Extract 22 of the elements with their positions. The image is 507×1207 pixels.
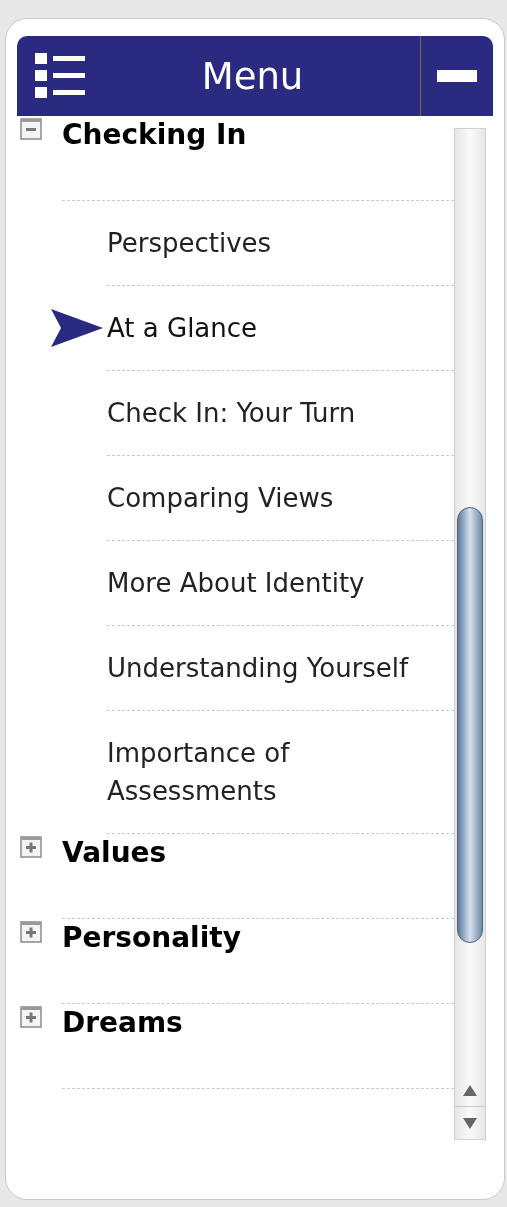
list-icon bbox=[35, 53, 85, 99]
minus-icon bbox=[437, 70, 477, 82]
scrollbar-thumb[interactable] bbox=[457, 507, 483, 943]
expand-icon[interactable] bbox=[20, 921, 42, 943]
scrollbar[interactable] bbox=[454, 128, 486, 1140]
menu-item[interactable]: Perspectives bbox=[107, 224, 450, 262]
expand-icon[interactable] bbox=[20, 836, 42, 858]
section-heading[interactable]: Personality bbox=[62, 921, 241, 954]
menu-item[interactable]: At a Glance bbox=[107, 309, 450, 347]
expand-icon[interactable] bbox=[20, 1006, 42, 1028]
section-heading[interactable]: Dreams bbox=[62, 1006, 183, 1039]
up-arrow-icon bbox=[463, 1085, 477, 1096]
section-heading[interactable]: Checking In bbox=[62, 118, 247, 151]
menu-title: Menu bbox=[201, 57, 304, 95]
menu-item[interactable]: Understanding Yourself bbox=[107, 649, 450, 687]
menu-item[interactable]: Comparing Views bbox=[107, 479, 450, 517]
collapse-icon[interactable] bbox=[20, 118, 42, 140]
menu-item[interactable]: More About Identity bbox=[107, 564, 450, 602]
menu-item[interactable]: Check In: Your Turn bbox=[107, 394, 450, 432]
menu-item[interactable]: Importance of Assessments bbox=[107, 734, 450, 810]
section-heading[interactable]: Values bbox=[62, 836, 167, 869]
down-arrow-icon bbox=[463, 1117, 477, 1129]
